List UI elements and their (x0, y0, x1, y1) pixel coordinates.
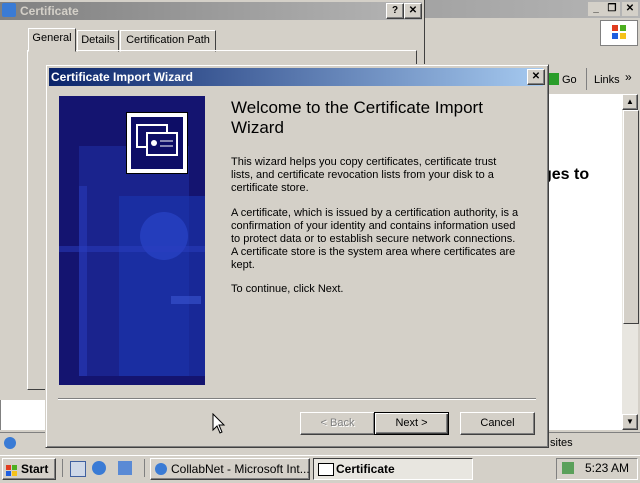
scroll-down-button[interactable]: ▼ (622, 414, 638, 430)
wizard-continue-text: To continue, click Next. (231, 283, 344, 295)
start-label: Start (21, 462, 49, 476)
certificate-title-bar: Certificate ? ✕ (0, 2, 422, 20)
tab-general[interactable]: General (28, 28, 76, 52)
ie-restore-button[interactable]: ❐ (604, 2, 620, 16)
divider (586, 68, 587, 90)
windows-logo (600, 20, 638, 46)
clock[interactable]: 5:23 AM (585, 461, 629, 475)
wizard-banner-image (59, 96, 205, 385)
quicklaunch-icon[interactable] (118, 461, 132, 475)
wizard-title: Certificate Import Wizard (51, 70, 193, 84)
certificate-icon (126, 112, 188, 174)
task-collabnet[interactable]: CollabNet - Microsoft Int... (150, 458, 310, 480)
task-certificate[interactable]: Certificate (313, 458, 473, 480)
divider (62, 459, 63, 477)
tab-details[interactable]: Details (77, 30, 119, 52)
certificate-import-wizard: Certificate Import Wizard ✕ Welcome to t… (45, 64, 549, 448)
back-button[interactable]: < Back (300, 412, 375, 435)
start-button[interactable]: Start (2, 458, 56, 480)
ie-close-button[interactable]: ✕ (622, 2, 638, 16)
certificate-window-icon (318, 463, 334, 476)
system-tray: 5:23 AM (556, 458, 638, 480)
certificate-window-title: Certificate (20, 4, 79, 18)
links-chevron-icon[interactable]: » (625, 70, 632, 84)
next-button[interactable]: Next > (374, 412, 449, 435)
divider (144, 459, 145, 477)
show-desktop-icon[interactable] (70, 461, 86, 477)
certificate-close-button[interactable]: ✕ (404, 3, 422, 19)
page-text-fragment: ges to (542, 166, 590, 183)
scroll-thumb[interactable] (623, 110, 639, 324)
wizard-title-bar: Certificate Import Wizard ✕ (49, 68, 545, 86)
ie-scrollbar[interactable]: ▲ ▼ (622, 94, 639, 430)
wizard-close-button[interactable]: ✕ (527, 69, 545, 85)
wizard-intro-text: This wizard helps you copy certificates,… (231, 156, 497, 194)
ie-minimize-button[interactable]: _ (588, 2, 604, 16)
task-label: Certificate (336, 462, 395, 476)
go-button[interactable]: Go (545, 70, 585, 90)
tab-certification-path[interactable]: Certification Path (120, 30, 216, 52)
status-zone-text: sites (550, 437, 573, 449)
windows-flag-icon (6, 463, 18, 476)
scroll-up-button[interactable]: ▲ (622, 94, 638, 110)
certificate-window-icon (2, 3, 16, 17)
wizard-description-text: A certificate, which is issued by a cert… (231, 207, 519, 271)
links-button[interactable]: Links (594, 74, 620, 86)
wizard-heading: Welcome to the Certificate Import Wizard (231, 98, 483, 137)
ie-quicklaunch-icon[interactable] (92, 461, 106, 475)
cancel-button[interactable]: Cancel (460, 412, 535, 435)
network-icon[interactable] (562, 462, 574, 474)
taskbar: Start CollabNet - Microsoft Int... Certi… (0, 455, 640, 481)
help-button[interactable]: ? (386, 3, 404, 19)
ie-page-icon (4, 437, 16, 449)
mouse-cursor-icon (212, 412, 226, 438)
wizard-separator (58, 398, 536, 400)
task-label: CollabNet - Microsoft Int... (171, 462, 310, 476)
go-label: Go (562, 74, 577, 86)
ie-page-icon (155, 463, 167, 475)
